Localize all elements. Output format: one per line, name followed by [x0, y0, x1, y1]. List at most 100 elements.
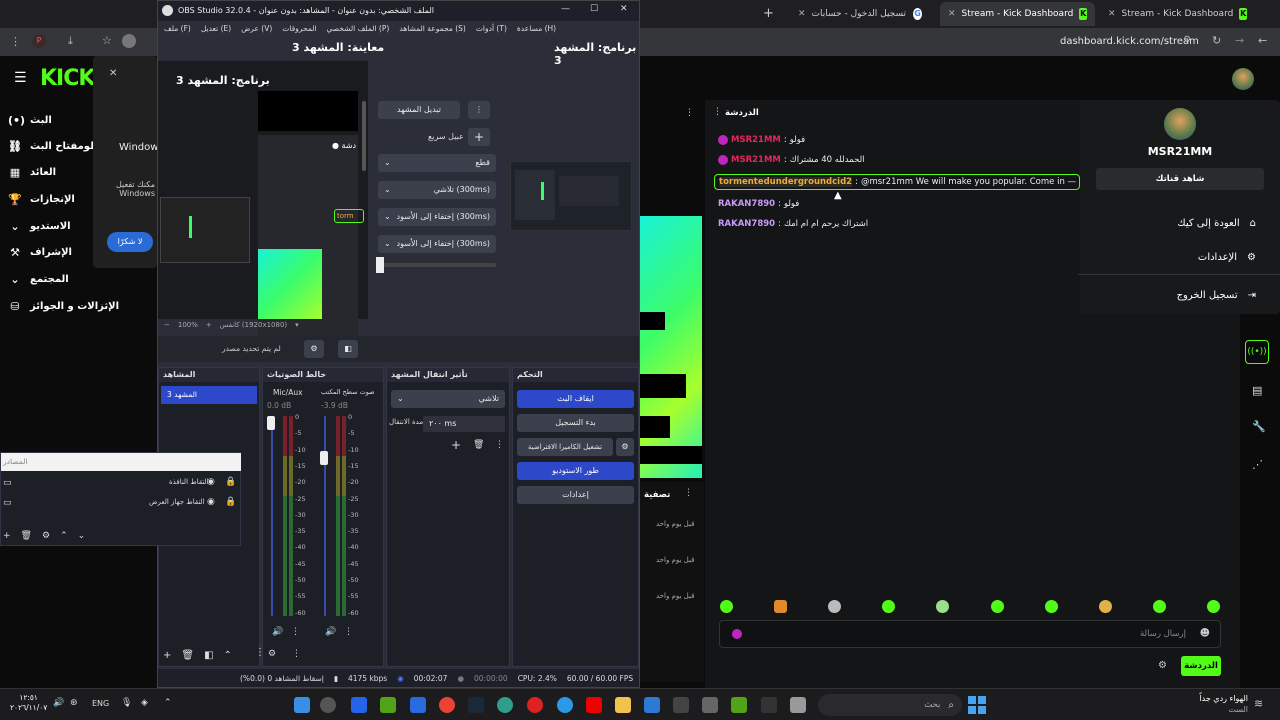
- duration-input[interactable]: ٢٠٠ ms: [423, 416, 505, 432]
- location-icon[interactable]: ◈: [141, 698, 148, 708]
- virtual-camera-button[interactable]: تشغيل الكاميرا الافتراضية: [517, 438, 613, 456]
- user-avatar[interactable]: [1232, 68, 1254, 90]
- maximize-icon[interactable]: ☐: [590, 4, 598, 14]
- app-icon[interactable]: [673, 697, 689, 713]
- nav-item-community[interactable]: ⌄ المجتمع: [8, 269, 68, 289]
- minimize-icon[interactable]: —: [561, 4, 570, 14]
- emote-icon[interactable]: [1206, 600, 1220, 613]
- share-icon[interactable]: ⋰: [1252, 458, 1263, 471]
- forward-icon[interactable]: →: [1235, 34, 1244, 47]
- transition-fade-black[interactable]: ⌄ إختفاء إلى الأسود (300ms): [378, 235, 496, 253]
- emote-icon[interactable]: [1044, 600, 1058, 613]
- app-icon[interactable]: [294, 697, 310, 713]
- chrome-icon[interactable]: [439, 697, 455, 713]
- more-icon[interactable]: ⋮: [685, 108, 694, 118]
- menu-dots-icon[interactable]: ⋮: [10, 35, 21, 48]
- speaker-icon[interactable]: 🔊: [325, 627, 336, 637]
- weather-widget[interactable]: الهواء ردي جداً الست: [1190, 693, 1248, 715]
- emote-icon[interactable]: [828, 600, 842, 613]
- chevron-up-icon[interactable]: ⌃: [164, 698, 172, 708]
- close-icon[interactable]: ✕: [798, 9, 806, 19]
- start-recording-button[interactable]: بدء التسجيل: [517, 414, 634, 432]
- windows-start-icon[interactable]: [968, 696, 986, 714]
- hamburger-icon[interactable]: ☰: [14, 70, 27, 86]
- url-bar[interactable]: dashboard.kick.com/stream: [1050, 31, 1200, 53]
- trash-icon[interactable]: 🗑: [21, 531, 32, 541]
- more-icon[interactable]: ⋮: [344, 627, 353, 637]
- menu-edit[interactable]: تعديل (E): [201, 21, 231, 37]
- gear-icon[interactable]: ⚙: [42, 531, 50, 541]
- edit-scene-button[interactable]: تبديل المشهد: [378, 101, 460, 119]
- app-icon[interactable]: [557, 697, 573, 713]
- app-icon[interactable]: [497, 697, 513, 713]
- app-icon[interactable]: [351, 697, 367, 713]
- app-icon[interactable]: [380, 697, 396, 713]
- source-item[interactable]: التقاط جهاز العرض: [149, 498, 205, 506]
- menu-file[interactable]: ملف (F): [164, 21, 191, 37]
- zoom-in-icon[interactable]: +: [206, 321, 212, 333]
- emote-icon[interactable]: [774, 600, 788, 613]
- chevron-down-icon[interactable]: ▾: [295, 321, 299, 333]
- extension-icon[interactable]: P: [32, 34, 46, 48]
- gear-icon[interactable]: ⚙: [304, 340, 324, 358]
- transition-select[interactable]: ⌄ تلاشي: [391, 390, 505, 408]
- new-tab-icon[interactable]: +: [763, 6, 774, 21]
- browser-tab-active[interactable]: ✕ Stream - Kick Dashboard K: [940, 2, 1095, 26]
- volume-handle[interactable]: [320, 451, 328, 465]
- add-icon[interactable]: +: [3, 531, 11, 541]
- language-indicator[interactable]: ENG: [92, 699, 109, 708]
- store-icon[interactable]: [702, 697, 718, 713]
- volume-track[interactable]: [271, 416, 273, 616]
- back-icon[interactable]: ←: [1258, 34, 1267, 47]
- chevron-down-icon[interactable]: ⌄: [78, 531, 86, 541]
- view-channel-button[interactable]: شاهد قناتك: [1096, 168, 1264, 190]
- gear-icon[interactable]: ⚙: [616, 438, 634, 456]
- menu-profile[interactable]: الملف الشخصي (P): [327, 21, 390, 37]
- layout-icon[interactable]: ▤: [1252, 384, 1262, 397]
- trash-icon[interactable]: 🗑: [181, 650, 194, 661]
- download-icon[interactable]: ⤓: [68, 34, 73, 48]
- menu-item-settings[interactable]: الإعدادات ⚙: [1198, 252, 1256, 263]
- opera-icon[interactable]: [527, 697, 543, 713]
- settings-button[interactable]: إعدادات: [517, 486, 634, 504]
- reload-icon[interactable]: ↻: [1212, 34, 1221, 47]
- nav-item-studio[interactable]: ⌄ الاستديو: [8, 216, 70, 236]
- trash-icon[interactable]: 🗑: [473, 440, 484, 450]
- close-icon[interactable]: ✕: [109, 68, 117, 79]
- tbar-slider[interactable]: [378, 263, 496, 267]
- close-icon[interactable]: ✕: [620, 4, 628, 14]
- app-icon[interactable]: [790, 697, 806, 713]
- steam-icon[interactable]: [468, 697, 484, 713]
- emote-icon[interactable]: [882, 600, 896, 613]
- emote-icon[interactable]: [936, 600, 950, 613]
- nav-item-rewards[interactable]: ⛁ الإثزالات و الجوائز: [8, 296, 119, 316]
- folder-icon[interactable]: [615, 697, 631, 713]
- source-item[interactable]: التقاط النافذة: [169, 478, 209, 486]
- lock-icon[interactable]: 🔒: [225, 497, 236, 507]
- chevron-up-icon[interactable]: ⌃: [224, 650, 232, 661]
- close-icon[interactable]: ✕: [948, 9, 956, 19]
- add-icon[interactable]: +: [468, 128, 490, 146]
- mixer-settings-icon[interactable]: ⚙: [268, 649, 276, 659]
- nav-item-stream[interactable]: (•) البث: [8, 110, 52, 130]
- menu-docks[interactable]: المحروقات: [282, 21, 316, 37]
- emote-icon[interactable]: [720, 600, 733, 613]
- emote-icon[interactable]: [990, 600, 1004, 613]
- chevron-up-icon[interactable]: ⌃: [60, 531, 68, 541]
- emoji-icon[interactable]: ☻: [1200, 628, 1210, 639]
- menu-scene-collection[interactable]: مجموعة المشاهد (S): [399, 21, 466, 37]
- transition-cut[interactable]: ⌄ قطع: [378, 154, 496, 172]
- speaker-icon[interactable]: 🔊: [272, 627, 283, 637]
- nav-item-moderation[interactable]: ⚒ الإشراف: [8, 242, 72, 262]
- filter-icon[interactable]: ◧: [204, 650, 213, 661]
- transition-fade[interactable]: ⌄ تلاشي (300ms): [378, 181, 496, 199]
- chat-input[interactable]: إرسال رسالة ☻: [719, 620, 1221, 648]
- menu-help[interactable]: مساعدة (H): [517, 21, 556, 37]
- emote-icon[interactable]: [1098, 600, 1112, 613]
- menu-item-back-to-kick[interactable]: العودة إلى كيك ⌂: [1177, 218, 1256, 229]
- filter-icon[interactable]: ◧: [338, 340, 358, 358]
- kick-logo[interactable]: KICK: [40, 66, 95, 91]
- eye-icon[interactable]: ◉: [207, 497, 215, 507]
- chat-send-button[interactable]: الدردشة: [1181, 656, 1221, 676]
- more-icon[interactable]: ⋮: [292, 649, 301, 659]
